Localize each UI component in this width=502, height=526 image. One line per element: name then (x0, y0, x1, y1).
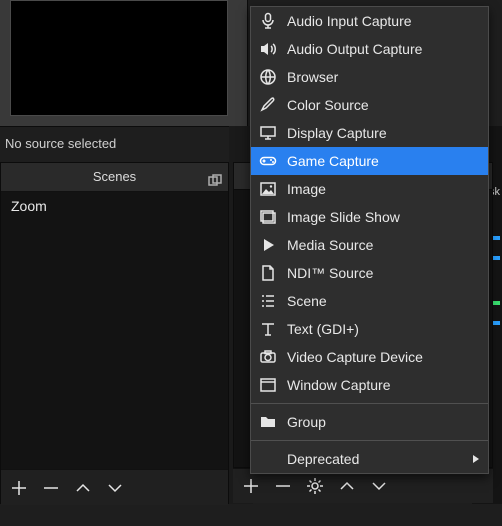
menu-separator (251, 440, 488, 441)
menu-item-audio-input-capture[interactable]: Audio Input Capture (251, 7, 488, 35)
blank-icon (259, 450, 277, 468)
add-source-button[interactable] (239, 474, 263, 498)
menu-item-label: Browser (287, 69, 338, 85)
scenes-toolbar (1, 469, 228, 505)
menu-item-deprecated[interactable]: Deprecated (251, 445, 488, 473)
scenes-header-label: Scenes (93, 169, 136, 184)
menu-separator (251, 403, 488, 404)
brush-icon (259, 96, 277, 114)
menu-item-video-capture-device[interactable]: Video Capture Device (251, 343, 488, 371)
remove-scene-button[interactable] (39, 476, 63, 500)
text-icon (259, 320, 277, 338)
menu-item-window-capture[interactable]: Window Capture (251, 371, 488, 399)
image-icon (259, 180, 277, 198)
menu-item-label: Image Slide Show (287, 209, 400, 225)
minus-icon (42, 479, 60, 497)
menu-item-label: Color Source (287, 97, 369, 113)
menu-item-label: Image (287, 181, 326, 197)
menu-item-label: Audio Output Capture (287, 41, 422, 57)
mic-icon (259, 12, 277, 30)
menu-item-group[interactable]: Group (251, 408, 488, 436)
list-item[interactable]: Zoom (1, 192, 228, 220)
menu-item-label: Video Capture Device (287, 349, 423, 365)
source-properties-button[interactable] (303, 474, 327, 498)
menu-item-game-capture[interactable]: Game Capture (251, 147, 488, 175)
preview-area (0, 0, 248, 127)
menu-item-label: Window Capture (287, 377, 391, 393)
remove-source-button[interactable] (271, 474, 295, 498)
no-source-label: No source selected (5, 136, 116, 151)
menu-item-label: Deprecated (287, 451, 359, 467)
menu-item-image-slide-show[interactable]: Image Slide Show (251, 203, 488, 231)
menu-item-image[interactable]: Image (251, 175, 488, 203)
menu-item-label: Scene (287, 293, 327, 309)
move-source-down-button[interactable] (367, 474, 391, 498)
window-icon (259, 376, 277, 394)
gear-icon (306, 477, 324, 495)
gamepad-icon (259, 152, 277, 170)
scenes-list[interactable]: Zoom (1, 192, 228, 469)
menu-item-label: Display Capture (287, 125, 387, 141)
menu-item-scene[interactable]: Scene (251, 287, 488, 315)
slideshow-icon (259, 208, 277, 226)
menu-item-media-source[interactable]: Media Source (251, 231, 488, 259)
plus-icon (242, 477, 260, 495)
globe-icon (259, 68, 277, 86)
menu-item-label: NDI™ Source (287, 265, 373, 281)
move-scene-up-button[interactable] (71, 476, 95, 500)
menu-item-color-source[interactable]: Color Source (251, 91, 488, 119)
menu-item-label: Media Source (287, 237, 373, 253)
folder-icon (259, 413, 277, 431)
document-icon (259, 264, 277, 282)
preview-viewport[interactable] (10, 0, 228, 116)
menu-item-label: Audio Input Capture (287, 13, 412, 29)
menu-item-label: Game Capture (287, 153, 379, 169)
plus-icon (10, 479, 28, 497)
add-scene-button[interactable] (7, 476, 31, 500)
scenes-panel-header[interactable]: Scenes (1, 163, 228, 192)
chevron-up-icon (338, 477, 356, 495)
play-icon (259, 236, 277, 254)
chevron-down-icon (370, 477, 388, 495)
move-source-up-button[interactable] (335, 474, 359, 498)
scenes-panel: Scenes Zoom (0, 162, 229, 504)
menu-item-label: Text (GDI+) (287, 321, 359, 337)
chevron-up-icon (74, 479, 92, 497)
minus-icon (274, 477, 292, 495)
camera-icon (259, 348, 277, 366)
chevron-down-icon (106, 479, 124, 497)
speaker-icon (259, 40, 277, 58)
menu-item-browser[interactable]: Browser (251, 63, 488, 91)
submenu-arrow-icon (472, 451, 480, 467)
dock-icon[interactable] (208, 170, 222, 184)
menu-item-display-capture[interactable]: Display Capture (251, 119, 488, 147)
monitor-icon (259, 124, 277, 142)
add-source-menu: Audio Input Capture Audio Output Capture… (250, 6, 489, 474)
menu-item-audio-output-capture[interactable]: Audio Output Capture (251, 35, 488, 63)
move-scene-down-button[interactable] (103, 476, 127, 500)
list-icon (259, 292, 277, 310)
menu-item-ndi-source[interactable]: NDI™ Source (251, 259, 488, 287)
menu-item-label: Group (287, 414, 326, 430)
scene-item-label: Zoom (11, 198, 47, 214)
menu-item-text-gdi[interactable]: Text (GDI+) (251, 315, 488, 343)
